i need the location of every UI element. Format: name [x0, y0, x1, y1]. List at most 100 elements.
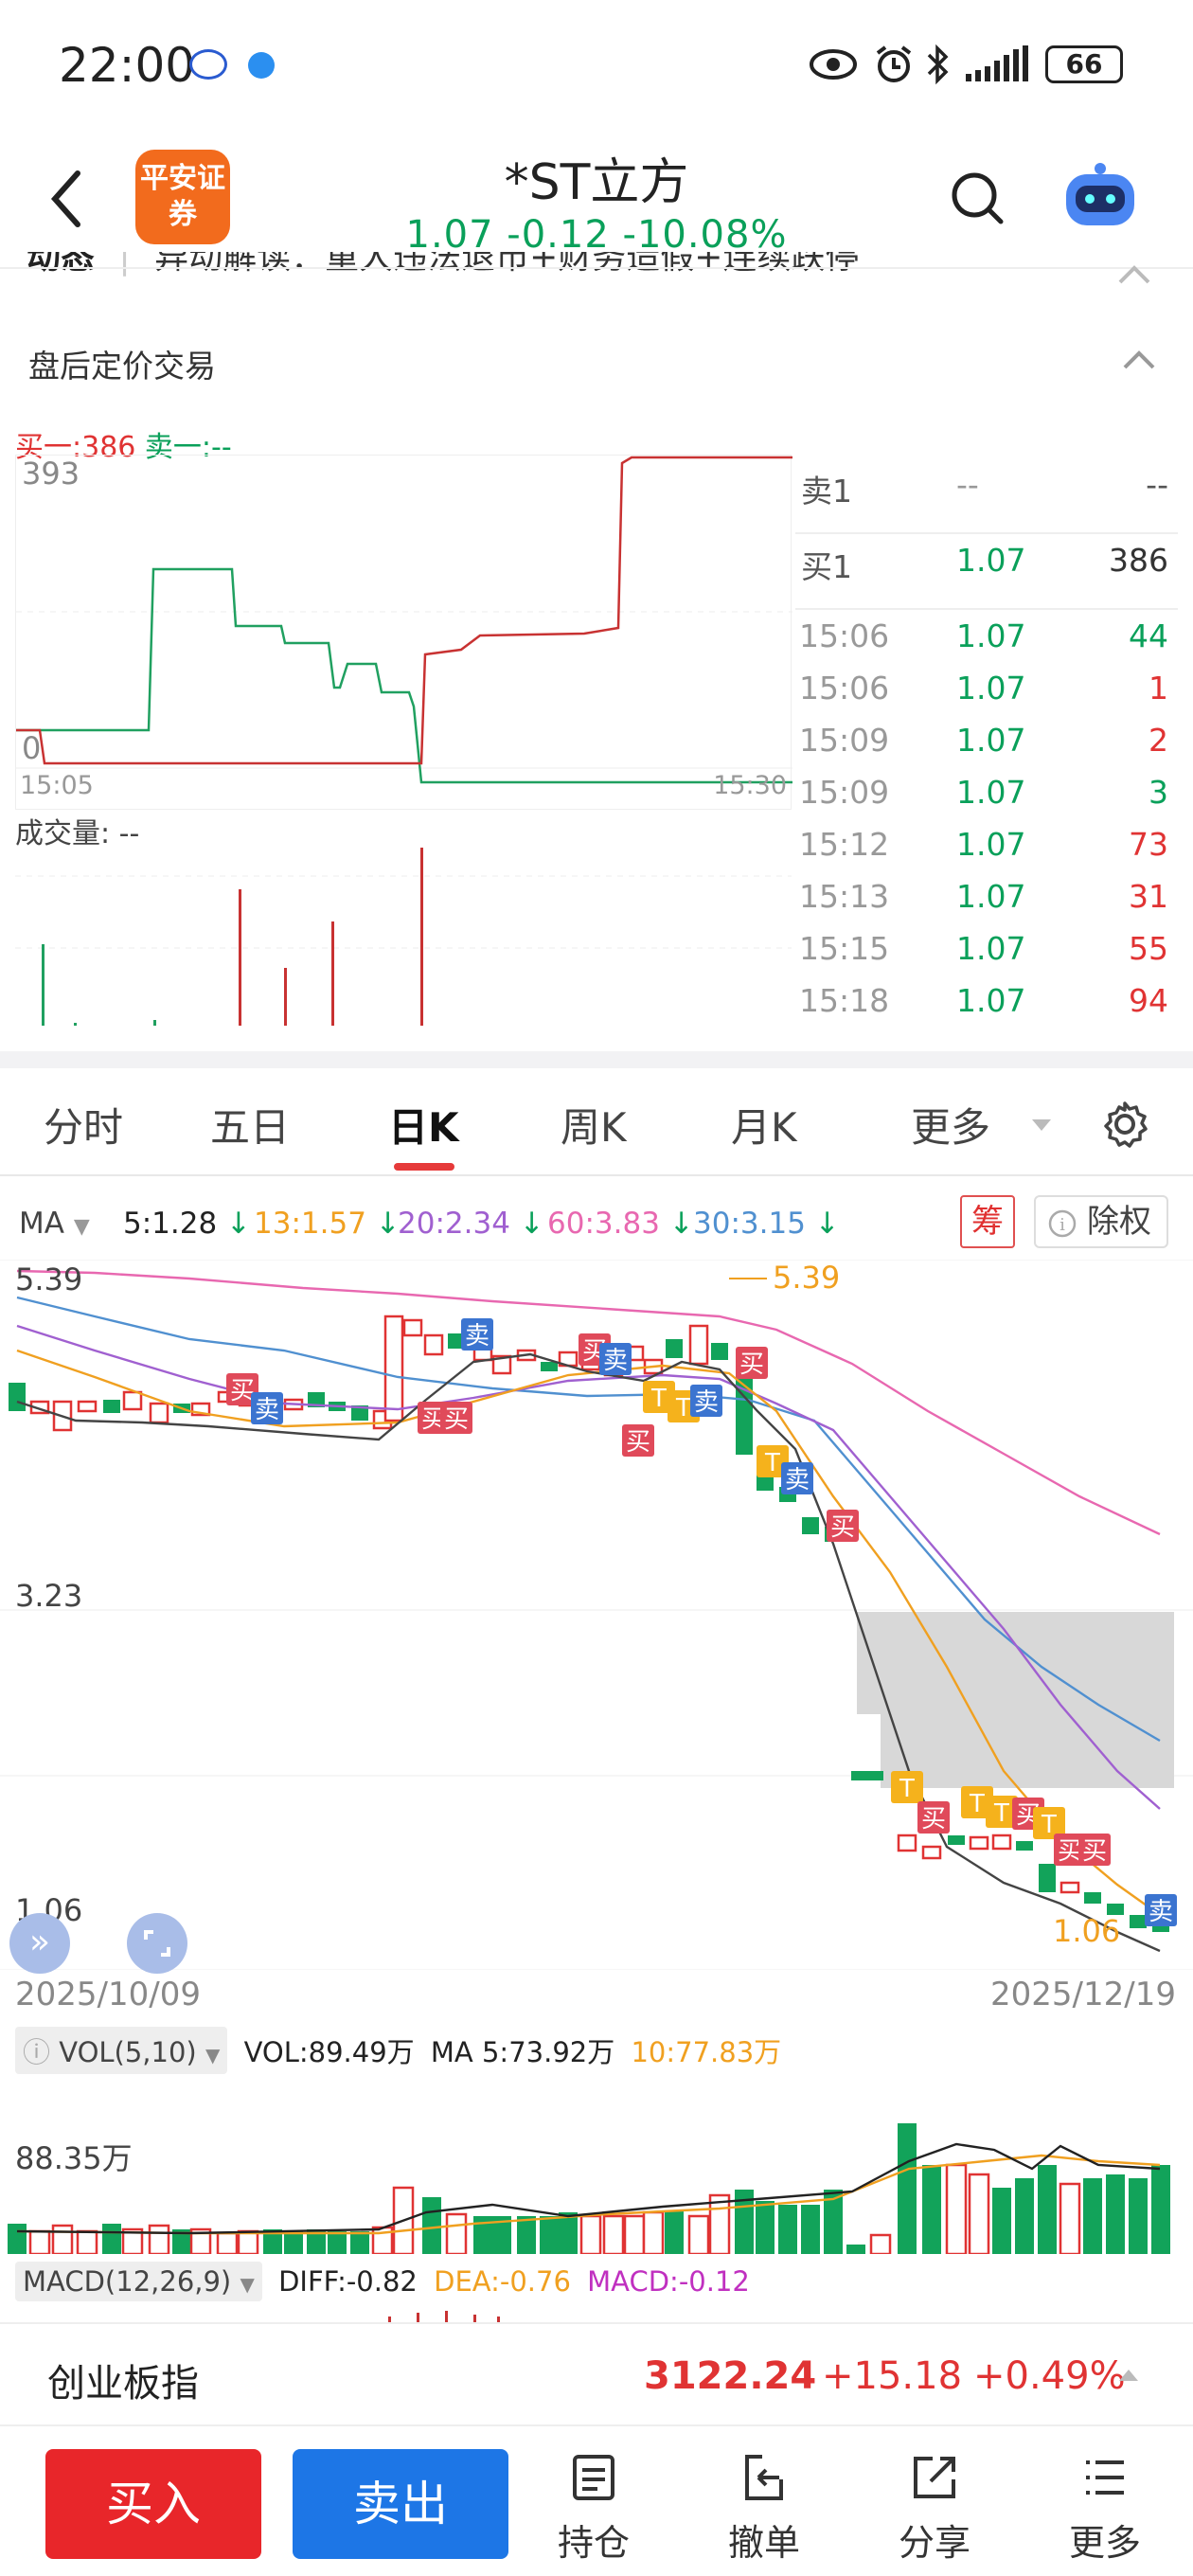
trade-marker[interactable]: 卖 [251, 1392, 283, 1424]
buy-button[interactable]: 买入 [45, 2449, 261, 2559]
svg-text:买: 买 [830, 1513, 855, 1542]
search-icon[interactable] [950, 170, 1006, 227]
kline-ymid: 3.23 [15, 1578, 83, 1614]
volume-bar [1015, 2178, 1034, 2254]
trade-marker[interactable]: 卖 [599, 1343, 632, 1375]
collapse-chevron-icon[interactable] [1122, 349, 1156, 371]
ma60-value: 60:3.83 ↓ [547, 1207, 694, 1241]
book-label: 卖1 [801, 473, 852, 510]
candle [991, 1834, 1012, 1851]
dropdown-triangle-icon[interactable] [1030, 1118, 1053, 1133]
ma-dropdown-icon: ▼ [73, 1215, 90, 1239]
volume-bar [801, 2205, 820, 2254]
trade-marker[interactable]: 卖 [1145, 1894, 1177, 1926]
trade-row: 15:12 1.07 73 [795, 826, 1178, 873]
trade-marker[interactable]: 买 [440, 1402, 472, 1434]
more-button[interactable]: 更多 [1053, 2451, 1157, 2566]
trade-marker[interactable]: 卖 [781, 1462, 813, 1494]
ma-label: MA [19, 1207, 64, 1241]
trade-marker[interactable]: 买 [1078, 1834, 1111, 1866]
ex-rights-label: 除权 [1087, 1203, 1151, 1241]
info-icon: ⓘ [23, 2036, 51, 2068]
after-hours-chart[interactable]: 393 0 15:05 15:30 [15, 455, 792, 810]
back-icon[interactable] [47, 166, 85, 232]
settings-gear-icon[interactable] [1100, 1100, 1149, 1149]
trade-marker[interactable]: 卖 [690, 1385, 722, 1417]
trade-row: 15:09 1.07 3 [795, 774, 1178, 821]
battery-icon: 66 [1045, 45, 1123, 83]
cancel-order-button[interactable]: 撤单 [712, 2451, 816, 2566]
kline-chart[interactable]: 买卖买买卖买卖买TT卖买T卖买T买TT买T买买卖 5.39 3.23 1.06 … [0, 1259, 1193, 1974]
svg-text:T: T [899, 1775, 915, 1803]
macd-chart[interactable] [0, 2307, 1193, 2322]
tab-more[interactable]: 更多 [911, 1096, 990, 1154]
volume-bar [579, 2214, 602, 2256]
volume-bar [1083, 2178, 1102, 2254]
vol-selector[interactable]: ⓘ VOL(5,10) ▼ [15, 2027, 228, 2074]
vol-legend: ⓘ VOL(5,10) ▼ VOL:89.49万 MA 5:73.92万 10:… [15, 2027, 781, 2074]
trade-time: 15:09 [799, 774, 890, 811]
vol-value: VOL:89.49万 [243, 2036, 415, 2068]
tab-rik[interactable]: 日K [388, 1096, 459, 1154]
volume-bar [51, 2224, 74, 2256]
trade-marker[interactable]: T [891, 1771, 923, 1803]
tab-zhouk[interactable]: 周K [561, 1096, 627, 1154]
trade-marker[interactable]: 卖 [461, 1318, 493, 1351]
buy-line [16, 456, 792, 765]
fullscreen-icon[interactable] [127, 1913, 187, 1974]
expand-left-icon[interactable]: » [9, 1913, 70, 1974]
volume-chart[interactable]: 88.35万 [0, 2074, 1193, 2256]
tab-wuri[interactable]: 五日 [210, 1096, 290, 1154]
more-menu-icon [1086, 2460, 1124, 2495]
volume-bar [846, 2245, 865, 2254]
candle [77, 1400, 98, 1413]
candle [103, 1400, 120, 1413]
svg-text:卖: 卖 [785, 1466, 810, 1494]
ma20-value: 20:2.34 ↓ [398, 1207, 544, 1241]
volume-bar [642, 2210, 665, 2256]
after-hours-tstart: 15:05 [20, 771, 94, 800]
news-ticker[interactable]: 动态 | 异动解读：重大违法退市+财务造假+连续跌停 [27, 252, 1115, 280]
trade-marker[interactable]: 买 [827, 1510, 859, 1542]
more-label: 更多 [1068, 2522, 1141, 2564]
trade-price: 1.07 [956, 826, 1026, 863]
svg-text:T: T [675, 1394, 691, 1422]
trade-marker[interactable]: 买 [736, 1347, 768, 1379]
macd-selector-label: MACD(12,26,9) [23, 2265, 232, 2298]
book-qty: -- [1146, 466, 1168, 503]
volume-bar [28, 2229, 51, 2256]
index-bar[interactable]: 创业板指 3122.24 +15.18 +0.49% [0, 2322, 1193, 2426]
candle [969, 1835, 989, 1851]
expand-up-icon[interactable] [1117, 2368, 1140, 2383]
after-hours-ymax: 393 [22, 456, 80, 492]
share-button[interactable]: 分享 [882, 2451, 987, 2566]
period-tabs: 分时 五日 日K 周K 月K 更多 [0, 1075, 1193, 1174]
ma-selector[interactable]: MA ▼ [19, 1207, 90, 1241]
candle [383, 1315, 404, 1422]
ex-rights-button[interactable]: i 除权 [1034, 1195, 1168, 1248]
trade-marker[interactable]: 买 [917, 1801, 950, 1834]
volume-bar [968, 2173, 990, 2256]
svg-text:卖: 卖 [465, 1322, 490, 1351]
chevron-up-icon[interactable] [1117, 263, 1151, 286]
vol-ma5: MA 5:73.92万 [430, 2036, 615, 2068]
volume-bar [328, 2231, 347, 2254]
svg-text:卖: 卖 [694, 1388, 719, 1417]
sell-button[interactable]: 卖出 [293, 2449, 508, 2559]
macd-selector[interactable]: MACD(12,26,9) ▼ [15, 2262, 262, 2301]
tab-yuek[interactable]: 月K [731, 1096, 797, 1154]
volume-bar [1106, 2174, 1125, 2254]
candle [122, 1390, 143, 1411]
trade-row: 15:09 1.07 2 [795, 722, 1178, 769]
index-value: 3122.24 [644, 2354, 817, 2398]
trade-marker[interactable]: 买 [622, 1424, 654, 1457]
trade-qty: 1 [1148, 670, 1168, 707]
tab-fenshi[interactable]: 分时 [44, 1096, 123, 1154]
volume-bar [922, 2165, 941, 2254]
holdings-button[interactable]: 持仓 [542, 2451, 646, 2566]
stock-title[interactable]: *ST立方 [360, 142, 833, 213]
trade-time: 15:09 [799, 722, 890, 759]
chip-distribution-button[interactable]: 筹 [960, 1195, 1015, 1248]
assistant-robot-icon[interactable] [1059, 161, 1142, 231]
svg-text:卖: 卖 [603, 1347, 628, 1375]
